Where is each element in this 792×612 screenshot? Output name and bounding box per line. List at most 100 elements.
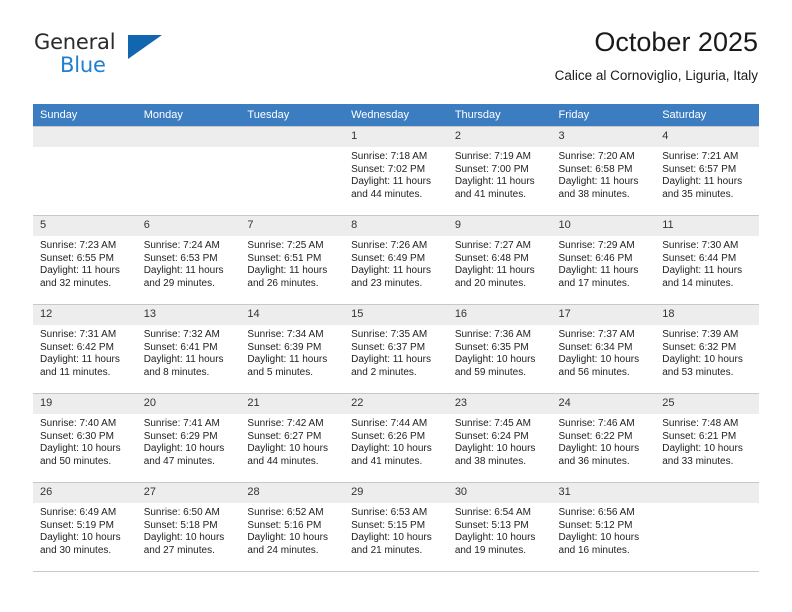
calendar-day-cell[interactable]: 13 Sunrise: 7:32 AM Sunset: 6:41 PM Dayligh… [136,304,241,394]
calendar-day-cell[interactable]: 9 Sunrise: 7:27 AM Sunset: 6:48 PM Daylight… [447,215,552,305]
calendar-day-cell[interactable]: 16 Sunrise: 7:36 AM Sunset: 6:35 PM Dayligh… [447,304,552,394]
sunrise-time: Sunrise: 7:19 AM [454,151,531,162]
day-sun-info: Sunrise: 7:32 AM Sunset: 6:41 PM Daylight:… [137,325,241,379]
daylight-duration-line2: and 27 minutes. [143,544,215,556]
weekday-header-thursday: Thursday [447,104,552,127]
day-number: 18 [655,305,759,325]
calendar-day-cell[interactable]: 1 Sunrise: 7:18 AM Sunset: 7:02 PM Daylight… [344,126,448,216]
day-sun-info: Sunrise: 7:21 AM Sunset: 6:57 PM Daylight:… [655,147,759,201]
daylight-duration-line2: and 23 minutes. [351,277,423,289]
sunset-time: Sunset: 6:44 PM [662,252,737,264]
day-sun-info: Sunrise: 6:56 AM Sunset: 5:12 PM Daylight:… [552,503,656,557]
calendar-day-cell-inner [136,127,241,215]
calendar-day-cell[interactable]: 11 Sunrise: 7:30 AM Sunset: 6:44 PM Dayligh… [655,215,759,305]
logo-triangle-icon [128,35,162,59]
sunrise-time: Sunrise: 7:21 AM [662,151,739,162]
calendar-day-cell-inner: 21 Sunrise: 7:42 AM Sunset: 6:27 PM Dayligh… [240,394,345,482]
daylight-duration-line2: and 59 minutes. [454,366,526,378]
daylight-duration-line2: and 32 minutes. [40,277,112,289]
calendar-day-cell-inner: 12 Sunrise: 7:31 AM Sunset: 6:42 PM Dayligh… [33,305,137,393]
calendar-day-cell[interactable]: 19 Sunrise: 7:40 AM Sunset: 6:30 PM Dayligh… [33,393,137,483]
day-sun-info: Sunrise: 7:37 AM Sunset: 6:34 PM Daylight:… [552,325,656,379]
calendar-day-cell[interactable]: 26 Sunrise: 6:49 AM Sunset: 5:19 PM Dayligh… [33,482,137,572]
calendar-day-cell-inner: 28 Sunrise: 6:52 AM Sunset: 5:16 PM Dayligh… [240,483,345,571]
calendar-day-cell[interactable]: 31 Sunrise: 6:56 AM Sunset: 5:12 PM Dayligh… [551,482,656,572]
sunset-time: Sunset: 6:46 PM [558,252,633,264]
calendar-day-cell[interactable]: 29 Sunrise: 6:53 AM Sunset: 5:15 PM Dayligh… [344,482,448,572]
calendar-day-cell[interactable]: 28 Sunrise: 6:52 AM Sunset: 5:16 PM Dayligh… [240,482,345,572]
calendar-day-cell[interactable]: 10 Sunrise: 7:29 AM Sunset: 6:46 PM Dayligh… [551,215,656,305]
sunset-time: Sunset: 5:18 PM [143,519,218,531]
day-sun-info: Sunrise: 7:41 AM Sunset: 6:29 PM Daylight:… [137,414,241,468]
daylight-duration-line2: and 38 minutes. [558,188,630,200]
calendar-day-cell[interactable]: 25 Sunrise: 7:48 AM Sunset: 6:21 PM Dayligh… [655,393,759,483]
day-number: 8 [344,216,448,236]
day-sun-info: Sunrise: 7:40 AM Sunset: 6:30 PM Daylight:… [33,414,137,468]
daylight-duration-line1: Daylight: 11 hours [143,265,224,277]
sunset-time: Sunset: 6:27 PM [247,430,322,442]
calendar-day-cell[interactable]: 21 Sunrise: 7:42 AM Sunset: 6:27 PM Dayligh… [240,393,345,483]
calendar-day-cell[interactable]: 14 Sunrise: 7:34 AM Sunset: 6:39 PM Dayligh… [240,304,345,394]
daylight-duration-line1: Daylight: 11 hours [662,176,743,188]
day-sun-info: Sunrise: 7:31 AM Sunset: 6:42 PM Daylight:… [33,325,137,379]
day-number: 20 [136,394,241,414]
day-number: 19 [33,394,137,414]
calendar-day-cell[interactable]: 15 Sunrise: 7:35 AM Sunset: 6:37 PM Dayligh… [344,304,448,394]
calendar-day-cell-inner: 25 Sunrise: 7:48 AM Sunset: 6:21 PM Dayligh… [655,394,759,482]
day-sun-info: Sunrise: 7:34 AM Sunset: 6:39 PM Daylight:… [240,325,344,379]
logo-text-blue: Blue [60,53,106,77]
calendar-day-cell[interactable]: 12 Sunrise: 7:31 AM Sunset: 6:42 PM Dayligh… [33,304,137,394]
daylight-duration-line1: Daylight: 10 hours [247,532,329,544]
calendar-day-cell[interactable]: 30 Sunrise: 6:54 AM Sunset: 5:13 PM Dayligh… [447,482,552,572]
page-title: October 2025 [594,27,758,57]
calendar-day-cell[interactable]: 6 Sunrise: 7:24 AM Sunset: 6:53 PM Daylight… [136,215,241,305]
daylight-duration-line2: and 35 minutes. [662,188,734,200]
calendar-day-cell-inner: 13 Sunrise: 7:32 AM Sunset: 6:41 PM Dayligh… [136,305,241,393]
daylight-duration-line2: and 29 minutes. [143,277,215,289]
daylight-duration-line2: and 8 minutes. [143,366,210,378]
day-sun-info: Sunrise: 6:52 AM Sunset: 5:16 PM Daylight:… [240,503,344,557]
day-number: 11 [655,216,759,236]
day-sun-info: Sunrise: 7:48 AM Sunset: 6:21 PM Daylight:… [655,414,759,468]
day-number: 28 [240,483,345,503]
sunrise-time: Sunrise: 7:25 AM [247,240,324,251]
sunset-time: Sunset: 5:16 PM [247,519,322,531]
calendar-day-cell[interactable]: 24 Sunrise: 7:46 AM Sunset: 6:22 PM Dayligh… [551,393,656,483]
calendar-week-row: 5 Sunrise: 7:23 AM Sunset: 6:55 PM Daylight… [33,215,759,305]
calendar-day-cell-inner [33,127,137,215]
sunrise-time: Sunrise: 7:39 AM [662,329,739,340]
daylight-duration-line2: and 11 minutes. [40,366,111,378]
calendar-day-cell[interactable]: 4 Sunrise: 7:21 AM Sunset: 6:57 PM Daylight… [655,126,759,216]
sunrise-time: Sunrise: 7:26 AM [351,240,428,251]
sunset-time: Sunset: 6:35 PM [454,341,529,353]
calendar-day-cell[interactable]: 17 Sunrise: 7:37 AM Sunset: 6:34 PM Dayligh… [551,304,656,394]
calendar-day-cell[interactable]: 23 Sunrise: 7:45 AM Sunset: 6:24 PM Dayligh… [447,393,552,483]
calendar-day-cell[interactable]: 18 Sunrise: 7:39 AM Sunset: 6:32 PM Dayligh… [655,304,759,394]
calendar-day-cell-inner: 20 Sunrise: 7:41 AM Sunset: 6:29 PM Dayligh… [136,394,241,482]
calendar-day-cell[interactable]: 3 Sunrise: 7:20 AM Sunset: 6:58 PM Daylight… [551,126,656,216]
calendar-day-cell[interactable]: 8 Sunrise: 7:26 AM Sunset: 6:49 PM Daylight… [344,215,448,305]
daylight-duration-line2: and 33 minutes. [662,455,734,467]
day-number: 27 [136,483,241,503]
day-number: 6 [136,216,241,236]
sunset-time: Sunset: 6:58 PM [558,163,633,175]
sunset-time: Sunset: 5:19 PM [40,519,114,531]
day-sun-info: Sunrise: 7:29 AM Sunset: 6:46 PM Daylight:… [552,236,656,290]
sunrise-time: Sunrise: 7:45 AM [454,418,531,429]
calendar-day-cell-inner: 6 Sunrise: 7:24 AM Sunset: 6:53 PM Daylight… [136,216,241,304]
calendar-day-cell-inner: 11 Sunrise: 7:30 AM Sunset: 6:44 PM Dayligh… [655,216,759,304]
daylight-duration-line1: Daylight: 11 hours [454,265,535,277]
daylight-duration-line1: Daylight: 11 hours [143,354,224,366]
weekday-header-friday: Friday [551,104,656,127]
sunset-time: Sunset: 6:49 PM [351,252,426,264]
calendar-day-cell[interactable]: 22 Sunrise: 7:44 AM Sunset: 6:26 PM Dayligh… [344,393,448,483]
calendar-day-cell[interactable]: 7 Sunrise: 7:25 AM Sunset: 6:51 PM Daylight… [240,215,345,305]
weekday-header-row: Sunday Monday Tuesday Wednesday Thursday… [33,104,759,127]
calendar-day-cell[interactable]: 27 Sunrise: 6:50 AM Sunset: 5:18 PM Dayligh… [136,482,241,572]
daylight-duration-line2: and 2 minutes. [351,366,417,378]
calendar-day-cell[interactable]: 2 Sunrise: 7:19 AM Sunset: 7:00 PM Daylight… [447,126,552,216]
calendar-day-cell-inner: 27 Sunrise: 6:50 AM Sunset: 5:18 PM Dayligh… [136,483,241,571]
calendar-day-cell[interactable]: 20 Sunrise: 7:41 AM Sunset: 6:29 PM Dayligh… [136,393,241,483]
calendar-day-cell-inner: 17 Sunrise: 7:37 AM Sunset: 6:34 PM Dayligh… [551,305,656,393]
calendar-day-cell[interactable]: 5 Sunrise: 7:23 AM Sunset: 6:55 PM Daylight… [33,215,137,305]
